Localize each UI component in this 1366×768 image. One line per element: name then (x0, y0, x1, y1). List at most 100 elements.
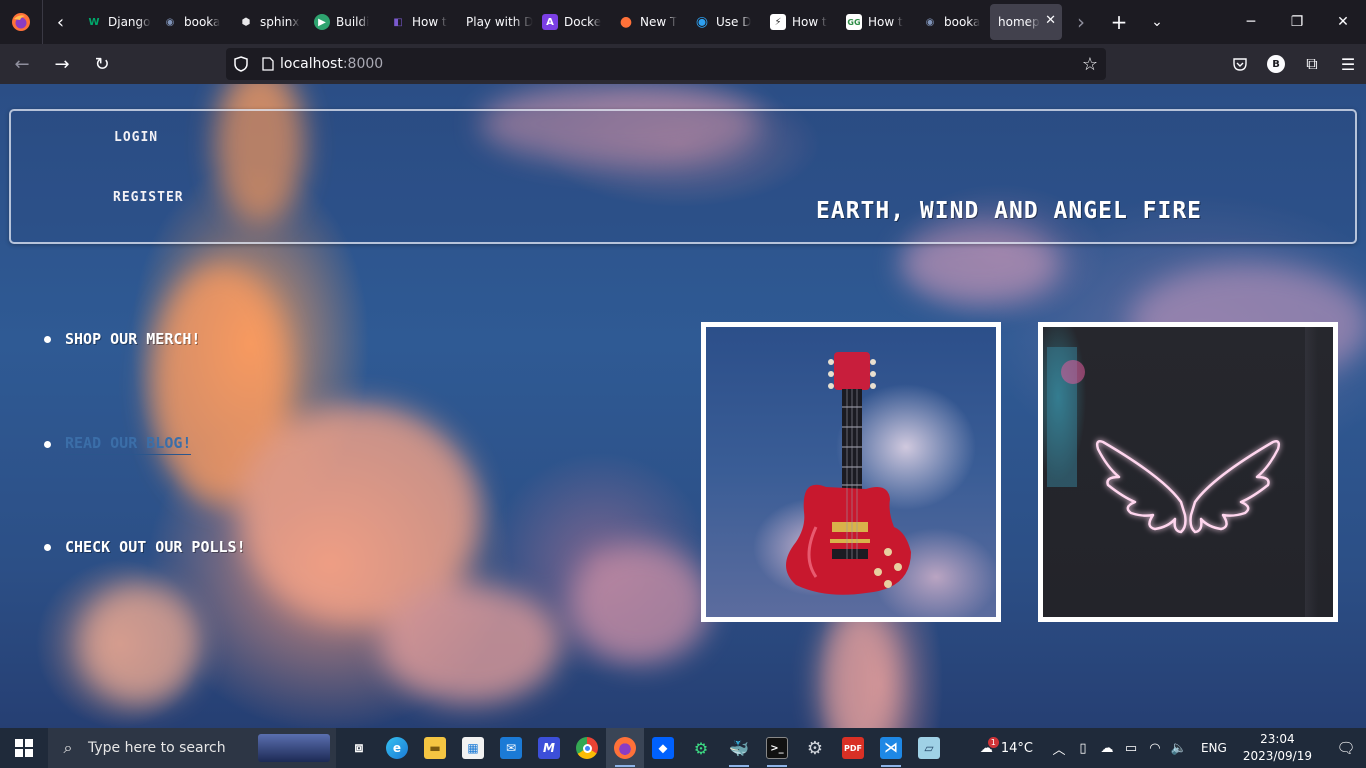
notes-app-icon[interactable]: ▱ (910, 728, 948, 768)
register-link[interactable]: REGISTER (113, 190, 184, 205)
bullet-icon (44, 543, 51, 551)
close-tab-icon[interactable]: ✕ (1045, 13, 1056, 28)
pdf-tool-icon[interactable]: PDF (834, 728, 872, 768)
neon-wings-image (1038, 322, 1338, 622)
onedrive-cloud-icon[interactable]: ☁ (1095, 741, 1119, 756)
chevron-up-icon[interactable]: ︿ (1047, 739, 1071, 758)
menu-item-label[interactable]: READ OUR BLOG! (65, 434, 192, 455)
login-link[interactable]: LOGIN (114, 130, 158, 145)
task-view-icon[interactable]: ⧈ (340, 728, 378, 768)
docker-icon[interactable]: 🐳 (720, 728, 758, 768)
tab-sphinx[interactable]: ⬢ sphinx (230, 4, 306, 40)
tab-django[interactable]: W Django (78, 4, 154, 40)
tab-building[interactable]: ▶ Buildi (306, 4, 382, 40)
page-favicon-icon: ◧ (393, 16, 403, 28)
tab-homepage-active[interactable]: homep ✕ (990, 4, 1062, 40)
bullet-icon (44, 441, 51, 448)
edge-icon[interactable]: e (378, 728, 416, 768)
firefox-menu-icon[interactable] (0, 0, 42, 44)
search-icon: ⌕ (63, 738, 73, 757)
sphinx-favicon-icon: ⬢ (241, 16, 251, 28)
tab-booka-2[interactable]: ◉ booka (914, 4, 990, 40)
navigation-toolbar: ← → ↻ localhost:8000 ☆ B ⧉ ☰ (0, 44, 1366, 84)
restore-icon[interactable]: ❐ (1274, 0, 1320, 44)
extensions-puzzle-icon[interactable]: ⧉ (1294, 44, 1330, 84)
file-explorer-icon[interactable]: ▬ (416, 728, 454, 768)
tab-label: Play with D (466, 15, 534, 29)
taskbar-search-input[interactable]: ⌕ Type here to search (48, 728, 336, 768)
menu-item-blog[interactable]: READ OUR BLOG! (44, 434, 192, 455)
minimize-icon[interactable]: ─ (1228, 0, 1274, 44)
tab-label: How t (868, 15, 903, 29)
pinned-apps: ⧈ e ▬ ▦ ✉ M ⬥ ⚙ 🐳 >_ ⚙ PDF ⋊ ▱ (340, 728, 948, 768)
tab-play-with-docker[interactable]: Play with D (458, 4, 534, 40)
forward-arrow-icon[interactable]: → (44, 48, 80, 80)
bookmark-star-icon[interactable]: ☆ (1082, 54, 1098, 75)
wifi-icon[interactable]: ◠ (1143, 741, 1167, 756)
visual-studio-code-insiders-icon[interactable]: M (530, 728, 568, 768)
shield-icon[interactable] (226, 56, 256, 72)
list-all-tabs-chevron-icon[interactable]: ⌄ (1138, 0, 1176, 44)
volume-icon[interactable]: 🔈 (1167, 741, 1191, 756)
tab-label: Django (108, 15, 151, 29)
search-placeholder: Type here to search (88, 740, 226, 756)
tab-docker[interactable]: A Docke (534, 4, 610, 40)
device-icon[interactable]: ▯ (1071, 741, 1095, 756)
microsoft-store-icon[interactable]: ▦ (454, 728, 492, 768)
edge-favicon-icon: ◉ (695, 14, 709, 30)
bookstack-favicon-icon: ◉ (925, 16, 935, 28)
tab-label: homep (998, 15, 1040, 29)
geeksforgeeks-favicon-icon: GG (846, 14, 862, 30)
url-bar[interactable]: localhost:8000 ☆ (226, 48, 1106, 80)
notification-badge: 1 (987, 736, 999, 748)
back-arrow-icon[interactable]: ← (4, 48, 40, 80)
vscode-icon[interactable]: ⋊ (872, 728, 910, 768)
url-host: localhost (280, 56, 343, 72)
search-highlight-image (258, 734, 330, 762)
tab-how-2[interactable]: ⚡ How t (762, 4, 838, 40)
dropbox-icon[interactable]: ⬥ (644, 728, 682, 768)
play-favicon-icon: ▶ (314, 14, 330, 30)
tab-label: Docke (564, 15, 602, 29)
windows-start-icon[interactable] (0, 728, 48, 768)
tab-booka-1[interactable]: ◉ booka (154, 4, 230, 40)
menu-item-merch[interactable]: SHOP OUR MERCH! (44, 330, 200, 348)
docker-docs-favicon-icon: A (542, 14, 558, 30)
language-indicator[interactable]: ENG (1201, 741, 1227, 755)
tab-how-3[interactable]: GG How t (838, 4, 914, 40)
tab-label: booka (184, 15, 221, 29)
android-studio-icon[interactable]: ⚙ (682, 728, 720, 768)
firefox-taskbar-icon[interactable] (606, 728, 644, 768)
site-title: EARTH, WIND AND ANGEL FIRE (816, 198, 1203, 224)
tab-scroll-left-button[interactable]: ‹ (42, 0, 78, 44)
terminal-icon[interactable]: >_ (758, 728, 796, 768)
tab-use-d[interactable]: ◉ Use D (686, 4, 762, 40)
battery-icon[interactable]: ▭ (1119, 741, 1143, 756)
tab-label: sphinx (260, 15, 300, 29)
tab-label: Use D (716, 15, 752, 29)
profile-avatar[interactable]: B (1267, 55, 1285, 73)
menu-item-label[interactable]: CHECK OUT OUR POLLS! (65, 538, 246, 556)
guitar-image (701, 322, 1001, 622)
tab-label: booka (944, 15, 981, 29)
weather-widget[interactable]: ☁ 1 14°C (980, 736, 1033, 756)
reload-icon[interactable]: ↻ (84, 48, 120, 80)
menu-item-label[interactable]: SHOP OUR MERCH! (65, 330, 200, 348)
tab-new-tab[interactable]: ● New T (610, 4, 686, 40)
windows-taskbar: ⌕ Type here to search ⧈ e ▬ ▦ ✉ M ⬥ ⚙ 🐳 … (0, 728, 1366, 768)
notification-center-icon[interactable]: 🗨 (1326, 739, 1366, 757)
page-info-icon[interactable] (256, 57, 280, 71)
tab-how-1[interactable]: ◧ How t (382, 4, 458, 40)
tab-scroll-right-button[interactable]: › (1062, 0, 1100, 44)
settings-gear-icon[interactable]: ⚙ (796, 728, 834, 768)
clock[interactable]: 23:04 2023/09/19 (1243, 731, 1312, 765)
bullet-icon (44, 335, 51, 343)
pocket-icon[interactable] (1222, 44, 1258, 84)
hamburger-menu-icon[interactable]: ☰ (1330, 44, 1366, 84)
close-window-icon[interactable]: ✕ (1320, 0, 1366, 44)
chrome-icon[interactable] (568, 728, 606, 768)
mail-icon[interactable]: ✉ (492, 728, 530, 768)
new-tab-button[interactable]: + (1100, 0, 1138, 44)
tab-label: How t (412, 15, 447, 29)
menu-item-polls[interactable]: CHECK OUT OUR POLLS! (44, 538, 246, 556)
